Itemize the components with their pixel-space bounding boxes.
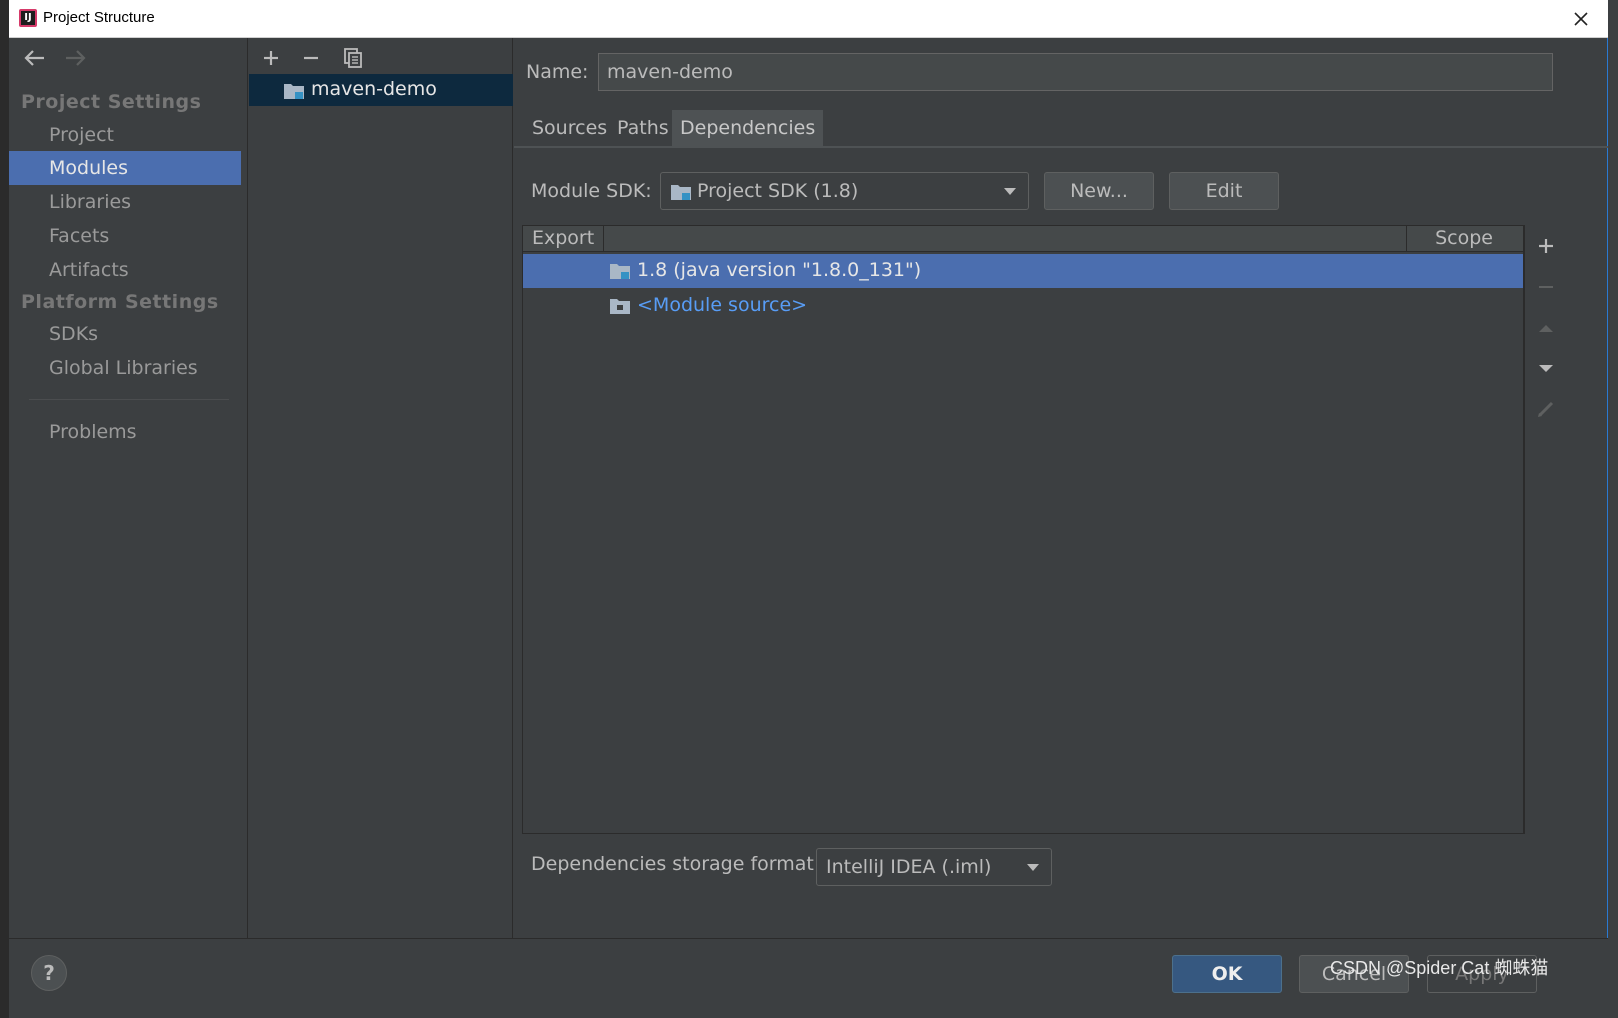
forward-arrow-icon[interactable] <box>61 46 89 70</box>
sidebar-item-artifacts[interactable]: Artifacts <box>9 253 241 287</box>
column-divider <box>1406 226 1407 252</box>
chevron-down-icon <box>1027 864 1039 871</box>
chevron-down-icon <box>1004 188 1016 195</box>
module-sdk-value: Project SDK (1.8) <box>697 180 859 202</box>
source-folder-icon <box>610 299 630 314</box>
sidebar-item-facets[interactable]: Facets <box>9 219 241 253</box>
settings-sidebar: Project Settings Project Modules Librari… <box>9 38 248 938</box>
module-name-input[interactable]: maven-demo <box>598 53 1553 91</box>
sidebar-item-libraries[interactable]: Libraries <box>9 185 241 219</box>
table-row-module-source[interactable]: <Module source> <box>523 289 1523 323</box>
tab-underline <box>514 146 1608 148</box>
sidebar-item-sdks[interactable]: SDKs <box>9 317 241 351</box>
dependencies-table: Export Scope 1.8 (java version "1.8.0_13… <box>522 225 1524 834</box>
module-details: Name: maven-demo Sources Paths Dependenc… <box>514 38 1608 938</box>
dependency-label: <Module source> <box>637 294 808 316</box>
module-folder-icon <box>284 84 304 99</box>
move-up-icon[interactable] <box>1533 315 1559 341</box>
close-icon[interactable] <box>1568 6 1594 32</box>
tree-item-maven-demo[interactable]: maven-demo <box>249 74 513 106</box>
module-sdk-label: Module SDK: <box>531 180 652 202</box>
edit-pencil-icon[interactable] <box>1533 396 1559 422</box>
move-down-icon[interactable] <box>1533 355 1559 381</box>
window-title: Project Structure <box>43 9 155 26</box>
ok-button[interactable]: OK <box>1172 955 1282 993</box>
column-header-export[interactable]: Export <box>532 227 594 249</box>
add-dependency-icon[interactable] <box>1533 233 1559 259</box>
help-button[interactable]: ? <box>31 955 67 991</box>
remove-icon[interactable] <box>297 44 325 72</box>
new-sdk-button[interactable]: New... <box>1044 172 1154 210</box>
storage-format-label: Dependencies storage format: <box>531 853 821 875</box>
back-arrow-icon[interactable] <box>21 46 49 70</box>
project-settings-heading: Project Settings <box>21 91 202 113</box>
storage-format-dropdown[interactable]: IntelliJ IDEA (.iml) <box>816 848 1052 886</box>
copy-icon[interactable] <box>339 44 367 72</box>
module-sdk-dropdown[interactable]: Project SDK (1.8) <box>660 172 1029 210</box>
watermark-text: CSDN @Spider Cat 蜘蛛猫 <box>1330 958 1549 978</box>
add-icon[interactable] <box>257 44 285 72</box>
storage-format-value: IntelliJ IDEA (.iml) <box>826 856 992 878</box>
remove-dependency-icon[interactable] <box>1533 274 1559 300</box>
dependency-label: 1.8 (java version "1.8.0_131") <box>637 259 922 281</box>
name-label: Name: <box>526 61 589 83</box>
platform-settings-heading: Platform Settings <box>21 291 219 313</box>
tab-paths[interactable]: Paths <box>609 110 677 146</box>
title-bar: IJ Project Structure <box>9 0 1608 38</box>
edit-sdk-button[interactable]: Edit <box>1169 172 1279 210</box>
column-header-scope[interactable]: Scope <box>1435 227 1493 249</box>
table-header: Export Scope <box>523 226 1523 252</box>
jdk-folder-icon <box>610 264 630 279</box>
sidebar-item-global-libraries[interactable]: Global Libraries <box>9 351 241 385</box>
dependency-toolbar <box>1524 225 1568 834</box>
sidebar-divider <box>29 399 229 400</box>
dialog-frame: Project Settings Project Modules Librari… <box>9 38 1608 1008</box>
sidebar-item-problems[interactable]: Problems <box>9 415 241 449</box>
modules-tree-pane: maven-demo <box>249 38 513 938</box>
tab-sources[interactable]: Sources <box>524 110 615 146</box>
tab-dependencies[interactable]: Dependencies <box>672 110 824 146</box>
sidebar-item-modules[interactable]: Modules <box>9 151 241 185</box>
background-ide-strip <box>0 0 9 1018</box>
table-row-jdk[interactable]: 1.8 (java version "1.8.0_131") <box>523 254 1523 288</box>
sidebar-item-project[interactable]: Project <box>9 118 241 152</box>
intellij-logo-icon: IJ <box>19 9 37 27</box>
tree-item-label: maven-demo <box>311 78 437 100</box>
column-divider <box>603 226 604 252</box>
sdk-folder-icon <box>671 185 691 200</box>
